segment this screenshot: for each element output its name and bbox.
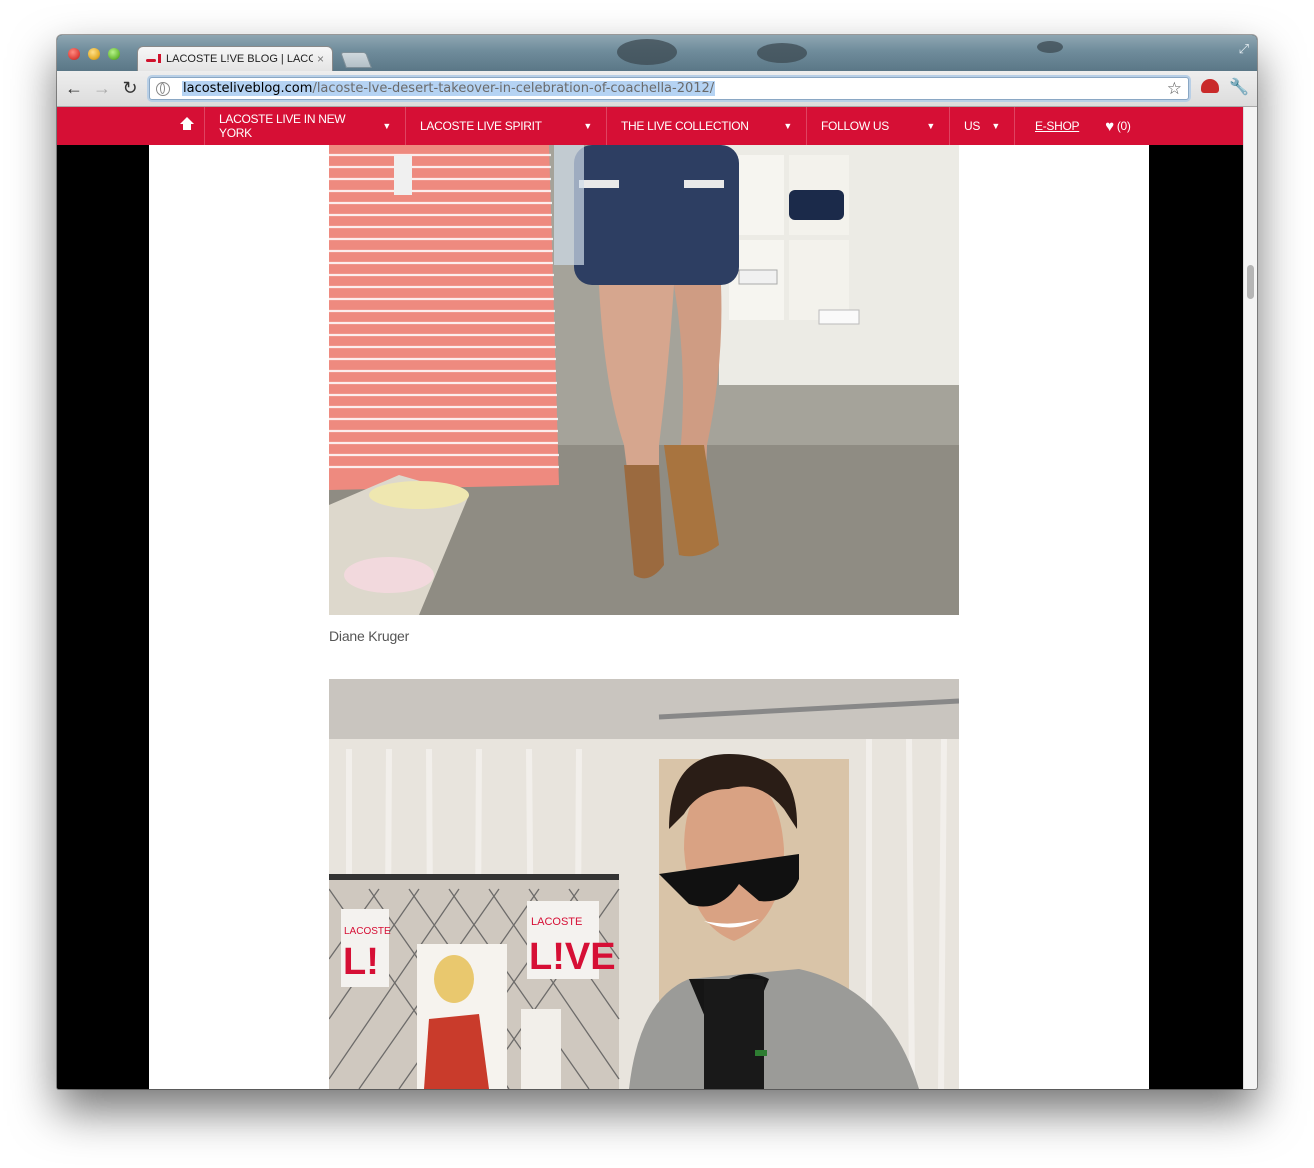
url-path: /lacoste-lve-desert-takeover-in-celebrat… (312, 81, 715, 96)
nav-item-lacoste-live-spirit[interactable]: LACOSTE LIVE SPIRIT ▼ (406, 107, 607, 145)
scrollbar-thumb[interactable] (1247, 265, 1254, 299)
post-photo[interactable]: LACOSTE L! LACOSTE L!VE (329, 679, 959, 1089)
chevron-down-icon: ▼ (783, 121, 792, 131)
site-navigation: LACOSTE LIVE IN NEW YORK ▼ LACOSTE LIVE S… (57, 107, 1243, 145)
browser-toolbar: ← → ↻ lacosteliveblog.com/lacoste-lve-de… (57, 71, 1257, 107)
photo-illustration (329, 145, 959, 615)
chevron-down-icon: ▼ (583, 121, 592, 131)
browser-window: LACOSTE L!VE BLOG | LACOS × ⤢ ← → ↻ laco… (57, 35, 1257, 1089)
photo-caption: Diane Kruger (329, 628, 410, 644)
new-tab-button[interactable] (340, 52, 372, 68)
nav-item-the-live-collection[interactable]: THE LIVE COLLECTION ▼ (607, 107, 807, 145)
lacoste-favicon-icon (146, 53, 162, 65)
fullscreen-icon[interactable]: ⤢ (1239, 41, 1249, 57)
wishlist-button[interactable]: ♥ (0) (1099, 107, 1136, 145)
url-text[interactable]: lacosteliveblog.com/lacoste-lve-desert-t… (182, 81, 716, 96)
nav-item-lacoste-live-in-new-york[interactable]: LACOSTE LIVE IN NEW YORK ▼ (205, 107, 406, 145)
close-window-button[interactable] (68, 48, 80, 60)
page-scrollbar[interactable] (1243, 107, 1257, 1089)
wishlist-count: (0) (1116, 119, 1131, 133)
nav-item-label: US (964, 119, 981, 133)
address-bar[interactable]: lacosteliveblog.com/lacoste-lve-desert-t… (149, 77, 1189, 100)
svg-text:LACOSTE: LACOSTE (531, 916, 582, 928)
svg-text:L!VE: L!VE (529, 936, 616, 978)
chevron-down-icon: ▼ (926, 121, 935, 131)
post-content: Diane Kruger LACOSTE L! LACOSTE L!VE (149, 145, 1149, 1089)
zoom-window-button[interactable] (108, 48, 120, 60)
url-domain: lacosteliveblog.com (183, 81, 313, 96)
tab-title: LACOSTE L!VE BLOG | LACOS (166, 53, 313, 65)
svg-text:LACOSTE: LACOSTE (344, 926, 391, 937)
minimize-window-button[interactable] (88, 48, 100, 60)
eshop-link[interactable]: E-SHOP (1015, 107, 1099, 145)
nav-item-label: THE LIVE COLLECTION (621, 119, 749, 133)
svg-text:L!: L! (343, 941, 379, 983)
reload-icon[interactable]: ↻ (119, 77, 141, 99)
post-photo[interactable] (329, 145, 959, 615)
page-viewport: LACOSTE LIVE IN NEW YORK ▼ LACOSTE LIVE S… (57, 107, 1243, 1089)
photo-illustration: LACOSTE L! LACOSTE L!VE (329, 679, 959, 1089)
browser-tab[interactable]: LACOSTE L!VE BLOG | LACOS × (137, 46, 333, 71)
chevron-down-icon: ▼ (991, 121, 1000, 131)
globe-icon (156, 81, 170, 96)
nav-item-label: LACOSTE LIVE SPIRIT (420, 119, 542, 133)
forward-icon[interactable]: → (91, 77, 113, 99)
star-icon[interactable]: ☆ (1167, 79, 1182, 99)
home-button[interactable] (169, 107, 205, 145)
heart-icon: ♥ (1105, 117, 1114, 135)
home-icon (179, 117, 194, 132)
extension-icon[interactable] (1201, 79, 1219, 93)
wrench-icon[interactable]: 🔧 (1229, 77, 1249, 96)
nav-item-label: LACOSTE LIVE IN NEW YORK (219, 112, 346, 140)
nav-item-follow-us[interactable]: FOLLOW US ▼ (807, 107, 950, 145)
nav-item-us[interactable]: US ▼ (950, 107, 1015, 145)
chevron-down-icon: ▼ (382, 121, 391, 131)
tab-close-icon[interactable]: × (317, 52, 324, 66)
tab-strip: LACOSTE L!VE BLOG | LACOS × ⤢ (57, 35, 1257, 71)
nav-item-label: FOLLOW US (821, 119, 889, 133)
back-icon[interactable]: ← (63, 77, 85, 99)
